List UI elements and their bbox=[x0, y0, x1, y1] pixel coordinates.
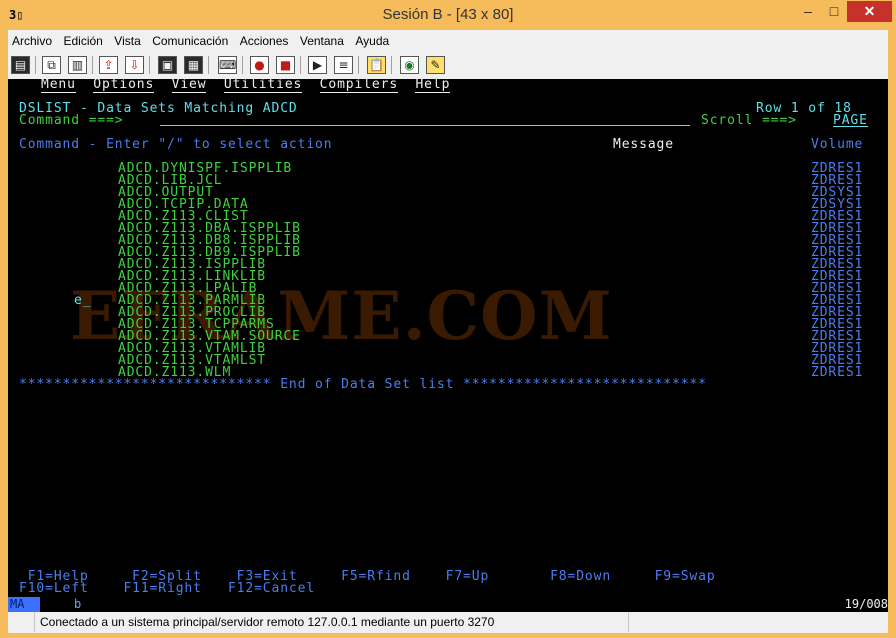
scroll-amount-field[interactable]: PAGE bbox=[833, 114, 868, 127]
cursor-position: 19/008 bbox=[844, 597, 888, 611]
print-screen-icon[interactable]: ▤ bbox=[11, 56, 30, 74]
oia-mode-indicator: MA bbox=[8, 597, 40, 612]
action-options[interactable]: Options bbox=[93, 79, 155, 93]
action-view[interactable]: View bbox=[171, 79, 207, 93]
title-bar: 3▯ Sesión B - [43 x 80] – □ ✕ bbox=[0, 0, 896, 30]
toolbar-separator bbox=[358, 56, 359, 74]
menu-edicion[interactable]: Edición bbox=[59, 30, 106, 52]
column-header-command: Command - Enter "/" to select action bbox=[19, 137, 333, 152]
stop-macro-icon[interactable]: ■ bbox=[276, 56, 295, 74]
maximize-button[interactable]: □ bbox=[821, 1, 847, 22]
menu-ayuda[interactable]: Ayuda bbox=[351, 30, 393, 52]
column-header-message: Message bbox=[613, 137, 674, 152]
close-button[interactable]: ✕ bbox=[847, 1, 892, 22]
copy-icon[interactable]: ⧉ bbox=[42, 56, 61, 74]
keyboard-map-icon[interactable]: ⌨ bbox=[218, 56, 237, 74]
toolbar-separator bbox=[300, 56, 301, 74]
action-bar: Menu Options View Utilities Compilers He… bbox=[41, 79, 451, 93]
status-text: Conectado a un sistema principal/servido… bbox=[40, 615, 495, 629]
window-title: Sesión B - [43 x 80] bbox=[382, 6, 514, 23]
status-bar: Conectado a un sistema principal/servido… bbox=[8, 612, 888, 633]
toolbar-separator bbox=[208, 56, 209, 74]
display-session-icon[interactable]: ▣ bbox=[158, 56, 177, 74]
action-menu[interactable]: Menu bbox=[41, 79, 76, 93]
send-file-icon[interactable]: ⇪ bbox=[99, 56, 118, 74]
macro-list-icon[interactable]: ≡ bbox=[334, 56, 353, 74]
action-compilers[interactable]: Compilers bbox=[319, 79, 399, 93]
action-utilities[interactable]: Utilities bbox=[223, 79, 303, 93]
toolbar-separator bbox=[35, 56, 36, 74]
minimize-button[interactable]: – bbox=[795, 1, 821, 22]
command-label: Command ===> bbox=[19, 113, 124, 128]
toolbar: ▤ ⧉ ▥ ⇪ ⇩ ▣ ▦ ⌨ ● ■ ▶ ≡ 📋 ◉ ✎ bbox=[8, 52, 888, 79]
end-of-list-line: ***************************** End of Dat… bbox=[19, 377, 707, 392]
line-command-field[interactable]: e_ bbox=[74, 294, 91, 307]
globe-icon[interactable]: ◉ bbox=[400, 56, 419, 74]
menu-acciones[interactable]: Acciones bbox=[236, 30, 293, 52]
terminal-screen[interactable]: EFRAME.COM Menu Options View Utilities C… bbox=[8, 79, 888, 597]
clipboard-icon[interactable]: 📋 bbox=[367, 56, 386, 74]
toolbar-separator bbox=[92, 56, 93, 74]
operator-info-area: MA b 19/008 bbox=[8, 597, 888, 612]
dataset-volume: ZDRES1 bbox=[811, 365, 864, 380]
toolbar-separator bbox=[149, 56, 150, 74]
menu-comunicacion[interactable]: Comunicación bbox=[148, 30, 232, 52]
play-macro-icon[interactable]: ▶ bbox=[308, 56, 327, 74]
paste-icon[interactable]: ▥ bbox=[68, 56, 87, 74]
scroll-label: Scroll ===> bbox=[701, 113, 797, 128]
menu-bar: Archivo Edición Vista Comunicación Accio… bbox=[8, 30, 888, 53]
action-help[interactable]: Help bbox=[415, 79, 451, 93]
oia-indicator: b bbox=[74, 597, 82, 611]
column-header-volume: Volume bbox=[811, 137, 864, 152]
status-cell bbox=[8, 612, 35, 632]
toolbar-separator bbox=[391, 56, 392, 74]
menu-vista[interactable]: Vista bbox=[110, 30, 144, 52]
function-keys-line-2: F10=Left F11=Right F12=Cancel bbox=[19, 581, 316, 596]
help-icon[interactable]: ✎ bbox=[426, 56, 445, 74]
record-macro-icon[interactable]: ● bbox=[250, 56, 269, 74]
receive-file-icon[interactable]: ⇩ bbox=[125, 56, 144, 74]
screen-icon[interactable]: ▦ bbox=[184, 56, 203, 74]
command-input[interactable] bbox=[160, 125, 690, 126]
toolbar-separator bbox=[242, 56, 243, 74]
menu-archivo[interactable]: Archivo bbox=[8, 30, 56, 52]
menu-ventana[interactable]: Ventana bbox=[296, 30, 348, 52]
status-divider bbox=[628, 612, 629, 632]
